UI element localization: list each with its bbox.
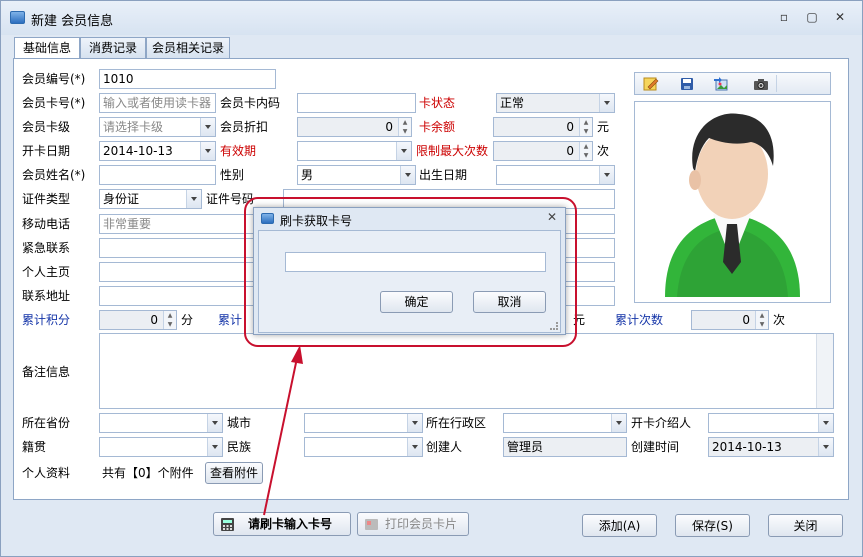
annotation-arrow-icon xyxy=(263,345,303,516)
